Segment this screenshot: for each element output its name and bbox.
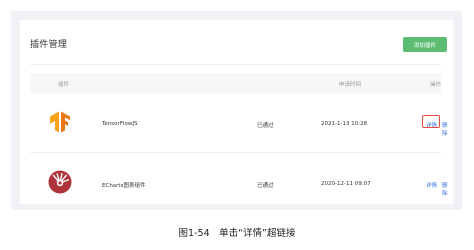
apply-time: 2020-12-11 09:07 — [321, 181, 371, 187]
echarts-logo-icon — [48, 170, 72, 194]
title-divider — [30, 64, 441, 65]
table-row: TensorFlowJS 已通过 2021-1-13 10:28 详情 删除 — [30, 93, 448, 153]
header-operation: 操作 — [430, 82, 442, 88]
table-row: ECharts图表组件 已通过 2020-12-11 09:07 详情 删除 — [30, 153, 448, 209]
page-title: 插件管理 — [30, 40, 68, 50]
plugin-name: TensorFlowJS — [102, 121, 138, 127]
figure-caption: 图1-54 单击“详情”超链接 — [178, 228, 296, 239]
plugin-status: 已通过 — [257, 183, 274, 189]
apply-time: 2021-1-13 10:28 — [321, 121, 368, 127]
detail-link[interactable]: 详情 — [426, 181, 437, 189]
table-header: 插件 申请时间 操作 — [30, 73, 441, 93]
header-plugin: 插件 — [58, 82, 70, 88]
plugin-name: ECharts图表组件 — [102, 183, 146, 189]
header-apply-time: 申请时间 — [339, 82, 362, 88]
highlight-box — [422, 115, 440, 128]
delete-link[interactable]: 删除 — [442, 181, 448, 197]
delete-link[interactable]: 删除 — [442, 121, 448, 137]
screenshot-frame: 插件管理 添加插件 插件 申请时间 操作 TensorFlowJS 已通过 20… — [11, 11, 462, 210]
add-plugin-button[interactable]: 添加插件 — [403, 37, 447, 52]
tensorflow-logo-icon — [50, 111, 70, 133]
plugin-status: 已通过 — [257, 123, 274, 129]
plugin-management-panel: 插件管理 添加插件 插件 申请时间 操作 TensorFlowJS 已通过 20… — [20, 20, 453, 204]
